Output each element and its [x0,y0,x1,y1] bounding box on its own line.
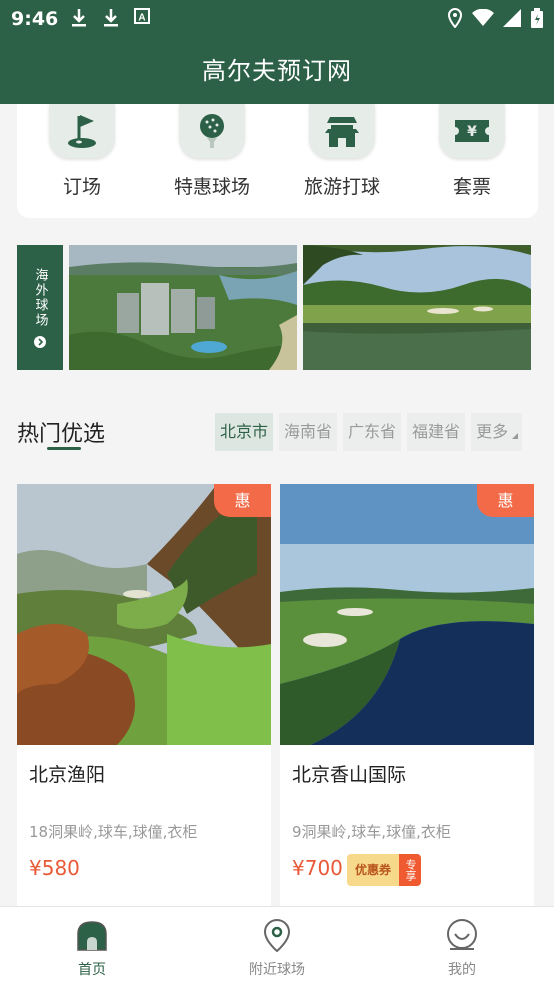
ticket-icon: ¥ [439,104,505,158]
status-time: 9:46 [11,8,59,30]
province-tab-fujian[interactable]: 福建省 [407,413,466,451]
location-pin-icon [217,917,337,953]
status-bar: 9:46 A [0,0,554,38]
arrow-right-circle-icon [34,335,46,348]
province-more-label: 更多 [476,422,509,441]
nav-label: 附近球场 [249,962,305,978]
section-title-hot: 热门优选 [17,422,106,447]
course-image: 惠 [280,484,534,745]
province-tab-beijing[interactable]: 北京市 [215,413,274,451]
coupon-tag: 优惠券 专享 [347,854,422,886]
signal-icon [503,9,521,27]
category-label: 旅游打球 [303,176,380,198]
profile-icon [402,917,522,953]
golf-ball-tee-icon [179,104,245,158]
nav-nearby[interactable]: 附近球场 [217,917,337,979]
golf-flag-icon [49,104,115,158]
status-notifications: A [70,8,150,28]
course-price: ¥580 [29,856,80,880]
category-label: 套票 [452,176,491,198]
app-header: 高尔夫预订网 [0,38,554,104]
category-travel-golf[interactable]: 旅游打球 [287,104,397,199]
download-icon [72,9,86,27]
wifi-icon [472,9,494,26]
section-title-underline [47,447,81,450]
coupon-exclusive: 专享 [399,854,422,886]
banner-image-lake-course[interactable] [303,245,531,370]
download-icon [104,9,118,27]
nav-home[interactable]: 首页 [32,917,152,979]
course-facilities: 18洞果岭,球车,球僮,衣柜 [29,823,198,841]
location-icon [447,8,463,28]
battery-icon [531,8,543,28]
course-image: 惠 [17,484,271,745]
svg-text:¥: ¥ [467,124,477,140]
course-card[interactable]: 惠 北京渔阳 18洞果岭,球车,球僮,衣柜 ¥580 [17,484,271,914]
category-label: 订场 [62,176,101,198]
banner-image-resort[interactable] [69,245,297,370]
coupon-label: 优惠券 [347,854,400,886]
home-icon [32,917,152,953]
province-tab-hainan[interactable]: 海南省 [279,413,338,451]
nav-label: 首页 [78,962,106,978]
bottom-nav: 首页 附近球场 我的 [0,906,554,984]
corner-triangle-icon [512,433,519,439]
text-app-icon: A [134,8,150,24]
overseas-course-label: 海外球场 [32,267,48,328]
course-price: ¥700 [292,856,343,880]
status-system-icons [447,8,544,28]
category-card: 订场 特惠球场 旅游打球 ¥ 套票 [17,104,538,218]
category-book-course[interactable]: 订场 [27,104,137,199]
category-special-offer[interactable]: 特惠球场 [157,104,267,199]
province-tab-more[interactable]: 更多 [471,413,523,451]
course-name: 北京渔阳 [29,764,106,786]
promo-badge: 惠 [477,484,534,517]
province-tabs: 北京市 海南省 广东省 福建省 更多 [215,413,523,451]
svg-text:A: A [138,13,145,24]
province-tab-guangdong[interactable]: 广东省 [343,413,402,451]
nav-label: 我的 [448,962,476,978]
page-title: 高尔夫预订网 [202,57,352,85]
nav-profile[interactable]: 我的 [402,917,522,979]
course-name: 北京香山国际 [292,764,407,786]
overseas-course-tag[interactable]: 海外球场 [17,245,63,370]
course-facilities: 9洞果岭,球车,球僮,衣柜 [292,823,451,841]
pagoda-icon [309,104,375,158]
promo-badge: 惠 [214,484,271,517]
category-ticket-package[interactable]: ¥ 套票 [417,104,527,199]
category-label: 特惠球场 [173,176,250,198]
course-card[interactable]: 惠 北京香山国际 9洞果岭,球车,球僮,衣柜 ¥700 优惠券 专享 [280,484,534,914]
